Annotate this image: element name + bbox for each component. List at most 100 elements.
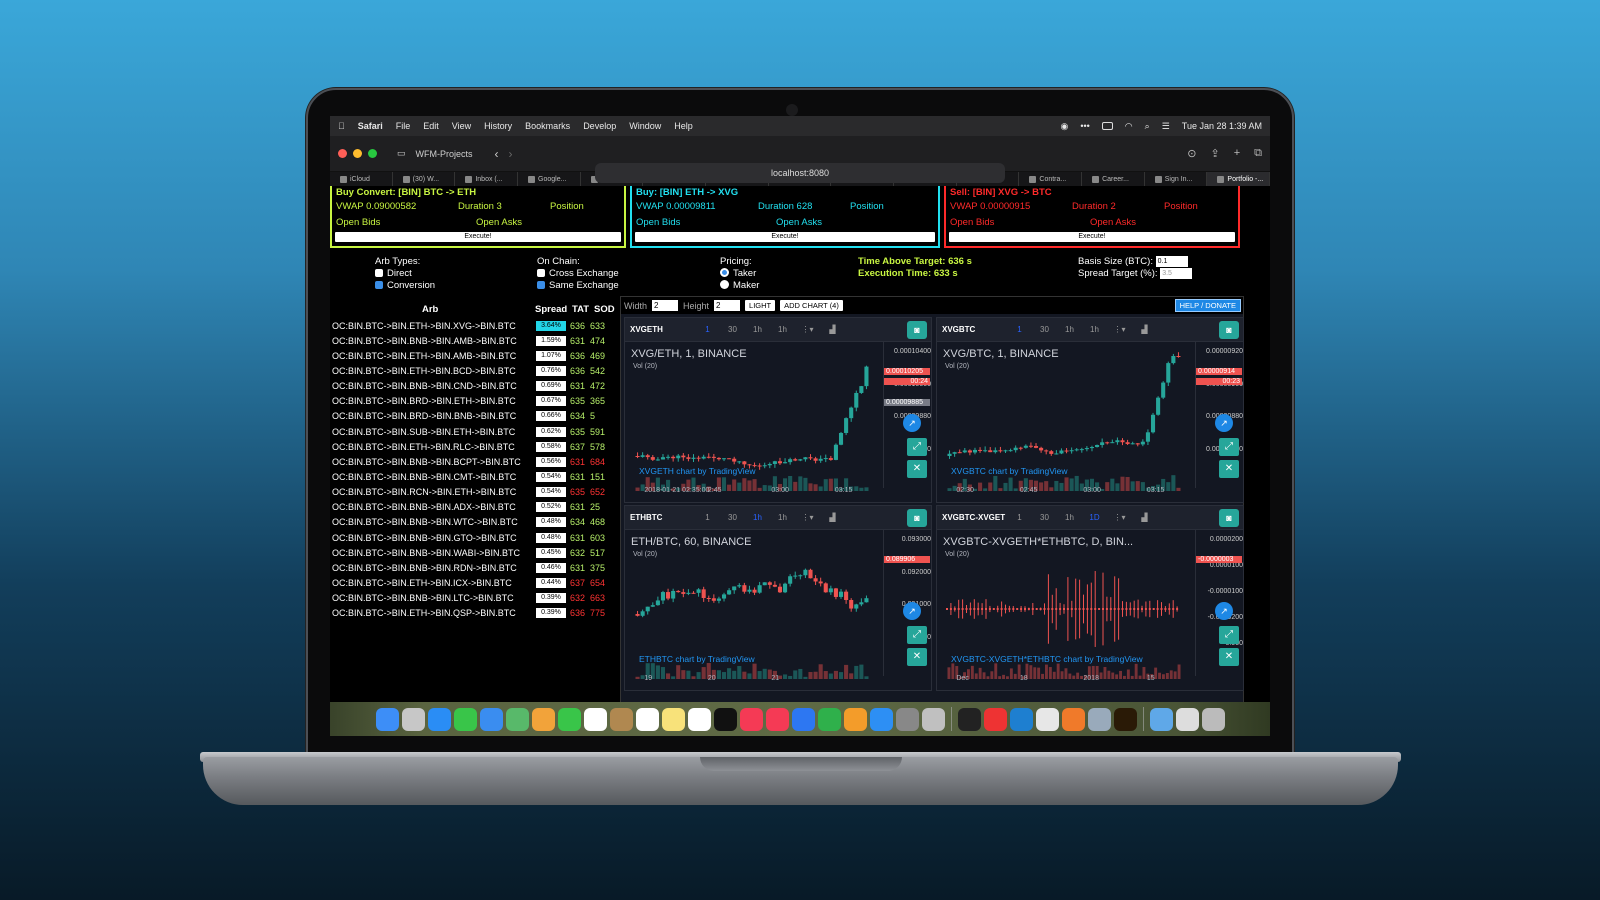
browser-tab[interactable]: iCloud (330, 172, 393, 186)
address-bar[interactable]: localhost:8080 (595, 163, 1005, 183)
arb-row[interactable]: OC:BIN.BTC->BIN.ETH->BIN.RLC->BIN.BTC 0.5… (332, 439, 620, 454)
launchpad-icon[interactable] (401, 707, 425, 731)
arb-row[interactable]: OC:BIN.BTC->BIN.ETH->BIN.AMB->BIN.BTC 1.0… (332, 348, 620, 363)
interval-button[interactable]: 1 (1007, 513, 1032, 522)
camera-icon[interactable]: ◙ (1219, 509, 1239, 527)
help-donate-button[interactable]: HELP / DONATE (1174, 299, 1241, 312)
numbers-icon[interactable] (817, 707, 841, 731)
control-center-icon[interactable]: ☰ (1162, 121, 1170, 132)
chart-type-icon[interactable]: ▟ (820, 325, 845, 334)
arb-row[interactable]: OC:BIN.BTC->BIN.BRD->BIN.BNB->BIN.BTC 0.6… (332, 409, 620, 424)
basis-size-input[interactable]: 0.1 (1155, 256, 1188, 267)
creative-cloud-icon[interactable]: ◉ (1060, 121, 1068, 132)
expand-icon[interactable]: ⤢ (1219, 438, 1239, 456)
messages-icon[interactable] (453, 707, 477, 731)
arb-row[interactable]: OC:BIN.BTC->BIN.BNB->BIN.CND->BIN.BTC 0.6… (332, 379, 620, 394)
battery-icon[interactable] (1101, 122, 1113, 130)
trash-icon[interactable] (1201, 707, 1225, 731)
interval-button[interactable]: 1 (1007, 325, 1032, 334)
width-input[interactable]: 2 (652, 300, 679, 311)
indicator-icon[interactable]: ↗ (903, 414, 921, 432)
interval-button[interactable]: 1h (1057, 325, 1082, 334)
arb-row[interactable]: OC:BIN.BTC->BIN.ETH->BIN.ICX->BIN.BTC 0.4… (332, 575, 620, 590)
camera-icon[interactable]: ◙ (1219, 321, 1239, 339)
interval-button[interactable]: 1D (1082, 513, 1107, 522)
interval-button[interactable]: 1 (695, 513, 720, 522)
direct-checkbox[interactable] (375, 269, 383, 277)
clock[interactable]: Tue Jan 28 1:39 AM (1182, 121, 1262, 131)
arb-row[interactable]: OC:BIN.BTC->BIN.BNB->BIN.AMB->BIN.BTC 1.5… (332, 333, 620, 348)
notes-app-icon[interactable] (609, 707, 633, 731)
expand-icon[interactable]: ⤢ (907, 438, 927, 456)
chart-widget[interactable]: ETHBTC 1 30 1h 1h ⋮▾ ▟ ◙ ETH/BTC, 60, BINANCE Vol… (624, 505, 932, 691)
expand-icon[interactable]: ⤢ (1219, 626, 1239, 644)
close-window-button[interactable] (338, 149, 347, 158)
tv-icon[interactable] (713, 707, 737, 731)
keynote-icon[interactable] (791, 707, 815, 731)
search-icon[interactable]: ⌕ (1145, 121, 1150, 132)
reminders-icon[interactable] (635, 707, 659, 731)
arb-row[interactable]: OC:BIN.BTC->BIN.BNB->BIN.WTC->BIN.BTC 0.4… (332, 515, 620, 530)
cross-exchange-checkbox[interactable] (537, 269, 545, 277)
chart-type-icon[interactable]: ▟ (1132, 325, 1157, 334)
interval-button[interactable]: 30 (1032, 513, 1057, 522)
notes-icon[interactable] (921, 707, 945, 731)
music-icon[interactable] (739, 707, 763, 731)
freeform-icon[interactable] (687, 707, 711, 731)
arb-row[interactable]: OC:BIN.BTC->BIN.BNB->BIN.BCPT->BIN.BTC 0.… (332, 454, 620, 469)
browser-tab[interactable]: Inbox (... (455, 172, 519, 186)
arb-row[interactable]: OC:BIN.BTC->BIN.BNB->BIN.CMT->BIN.BTC 0.5… (332, 469, 620, 484)
interval-button[interactable]: 1h (745, 513, 770, 522)
finder-icon[interactable] (375, 707, 399, 731)
execute-button[interactable]: Execute! (635, 232, 935, 242)
menu-app-name[interactable]: Safari (358, 121, 383, 131)
browser-tab[interactable]: (30) W... (393, 172, 456, 186)
indicators-icon[interactable]: ⋮▾ (1107, 513, 1132, 522)
interval-button[interactable]: 1 (695, 325, 720, 334)
chart-widget[interactable]: XVGBTC 1 30 1h 1h ⋮▾ ▟ ◙ XVG/BTC, 1, BINANCE Vol … (936, 317, 1244, 503)
arb-row[interactable]: OC:BIN.BTC->BIN.SUB->BIN.ETH->BIN.BTC 0.6… (332, 424, 620, 439)
safari-icon[interactable] (427, 707, 451, 731)
symbol-label[interactable]: ETHBTC (625, 513, 695, 522)
arb-row[interactable]: OC:BIN.BTC->BIN.BNB->BIN.WABI->BIN.BTC 0.… (332, 545, 620, 560)
same-exchange-checkbox[interactable] (537, 281, 545, 289)
zoom-window-button[interactable] (368, 149, 377, 158)
indicators-icon[interactable]: ⋮▾ (1107, 325, 1132, 334)
expand-icon[interactable]: ⤢ (907, 626, 927, 644)
remove-chart-icon[interactable]: ✕ (1219, 460, 1239, 478)
wifi-icon[interactable]: ◠ (1125, 121, 1133, 132)
browser-tab[interactable]: Sign In... (1145, 172, 1208, 186)
browser-tab[interactable]: Portfolio -... (1207, 172, 1270, 186)
tab-group-selector[interactable]: WFM-Projects (416, 149, 473, 159)
vscode-icon[interactable] (1009, 707, 1033, 731)
mail-icon[interactable] (479, 707, 503, 731)
pages-icon[interactable] (843, 707, 867, 731)
apple-icon[interactable]:  (338, 121, 345, 131)
more-icon[interactable]: ••• (1080, 121, 1089, 131)
camera-icon[interactable]: ◙ (907, 321, 927, 339)
chart-widget[interactable]: XVGBTC-XVGET 1 30 1h 1D ⋮▾ ▟ ◙ XVGBTC-XVGETH*ETH… (936, 505, 1244, 691)
tab-overview-icon[interactable]: ⧉ (1254, 147, 1262, 160)
arb-row[interactable]: OC:BIN.BTC->BIN.BNB->BIN.ADX->BIN.BTC 0.5… (332, 500, 620, 515)
taker-radio[interactable] (720, 268, 729, 277)
indicators-icon[interactable]: ⋮▾ (795, 513, 820, 522)
menu-develop[interactable]: Develop (583, 121, 616, 131)
remove-chart-icon[interactable]: ✕ (907, 460, 927, 478)
interval-button[interactable]: 30 (720, 513, 745, 522)
interval-button[interactable]: 1h (745, 325, 770, 334)
spread-target-input[interactable]: 3.5 (1160, 268, 1193, 280)
menu-window[interactable]: Window (629, 121, 661, 131)
indicators-icon[interactable]: ⋮▾ (795, 325, 820, 334)
app-store-icon[interactable] (869, 707, 893, 731)
forward-icon[interactable]: › (509, 147, 513, 161)
indicator-icon[interactable]: ↗ (1215, 602, 1233, 620)
interval-button[interactable]: 1h (770, 325, 795, 334)
minimize-window-button[interactable] (353, 149, 362, 158)
arb-row[interactable]: OC:BIN.BTC->BIN.ETH->BIN.QSP->BIN.BTC 0.3… (332, 606, 620, 621)
add-chart-button[interactable]: ADD CHART (4) (780, 300, 843, 311)
symbol-label[interactable]: XVGETH (625, 325, 695, 334)
remove-chart-icon[interactable]: ✕ (907, 648, 927, 666)
brush-icon[interactable] (1061, 707, 1085, 731)
interval-button[interactable]: 30 (1032, 325, 1057, 334)
sidebar-icon[interactable]: ▭ (397, 148, 406, 159)
